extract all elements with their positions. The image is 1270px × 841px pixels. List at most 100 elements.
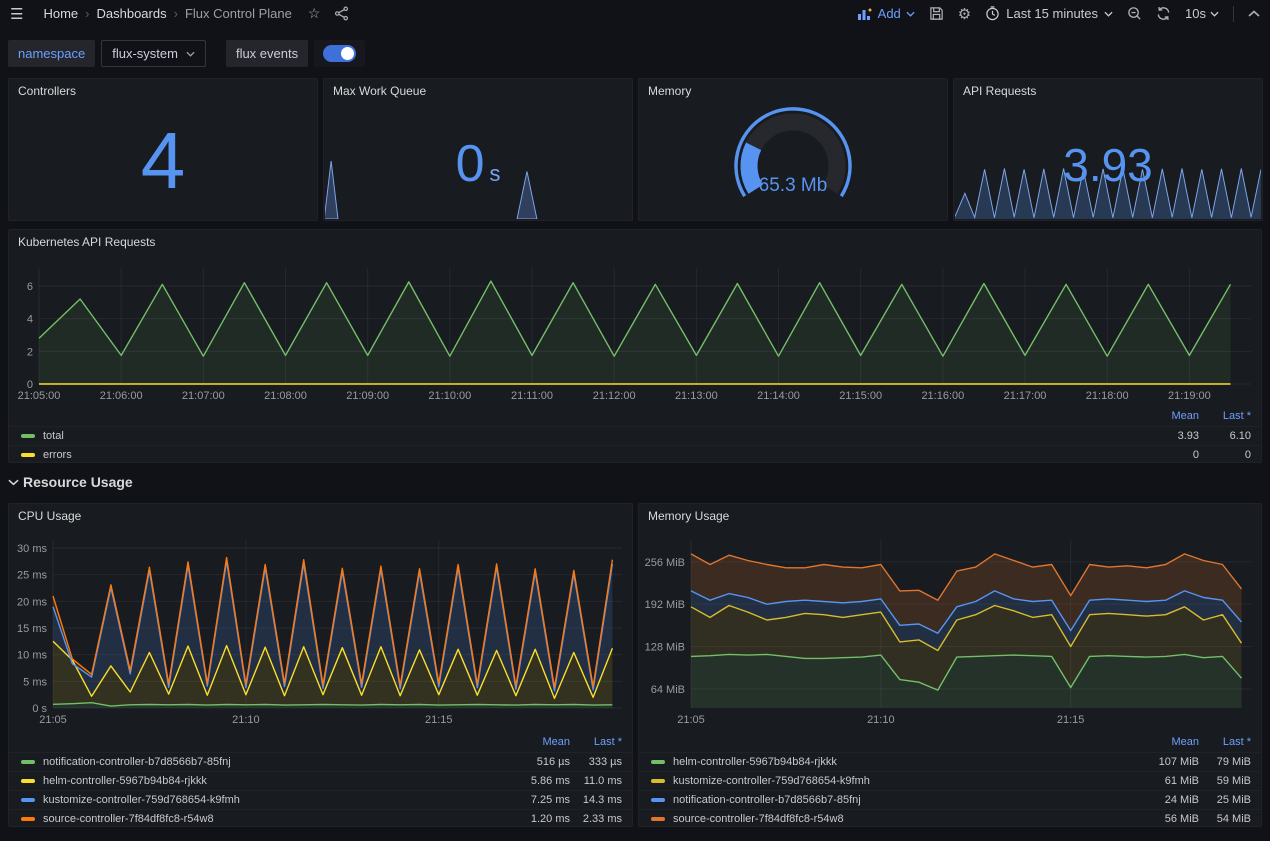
legend-swatch [21, 434, 35, 438]
y-tick-label: 15 ms [17, 623, 47, 635]
section-collapse-chevron-icon [8, 479, 19, 486]
add-label: Add [878, 6, 901, 21]
y-tick-label: 30 ms [17, 543, 47, 555]
legend-row[interactable]: notification-controller-b7d8566b7-85fnj 2… [639, 790, 1261, 809]
toggle-knob [341, 47, 354, 60]
legend-swatch [21, 779, 35, 783]
panel-title[interactable]: Memory Usage [648, 509, 729, 523]
legend-swatch [21, 798, 35, 802]
zoom-out-time-icon[interactable] [1127, 6, 1142, 21]
legend-row[interactable]: helm-controller-5967b94b84-rjkkk107 MiB7… [639, 752, 1261, 771]
panel-title[interactable]: CPU Usage [18, 509, 81, 523]
legend-series-name[interactable]: notification-controller-b7d8566b7-85fnj [43, 756, 231, 768]
legend-col-last[interactable]: Last * [570, 736, 622, 748]
flux-events-toggle[interactable] [314, 40, 365, 67]
x-tick-label: 21:14:00 [757, 390, 800, 402]
legend-series-name[interactable]: kustomize-controller-759d768654-k9fmh [673, 775, 870, 787]
dashboard-settings-icon[interactable]: ⚙ [958, 5, 971, 23]
breadcrumb-home[interactable]: Home [43, 6, 78, 21]
legend-col-mean[interactable]: Mean [1129, 410, 1199, 422]
legend-mean-value: 61 MiB [1129, 775, 1199, 787]
legend-row[interactable]: errors00 [9, 445, 1261, 464]
x-tick-label: 21:15:00 [839, 390, 882, 402]
legend-mean-value: 56 MiB [1129, 813, 1199, 825]
legend-swatch [651, 779, 665, 783]
legend-swatch [651, 817, 665, 821]
legend-row[interactable]: total3.936.10 [9, 426, 1261, 445]
x-tick-label: 21:19:00 [1168, 390, 1211, 402]
legend-row[interactable]: source-controller-7f84df8fc8-r54w8 56 MiB… [639, 809, 1261, 828]
breadcrumb-current-dashboard[interactable]: Flux Control Plane [185, 6, 292, 21]
legend-col-last[interactable]: Last * [1199, 736, 1251, 748]
legend-row[interactable]: kustomize-controller-759d768654-k9fmh7.2… [9, 790, 632, 809]
toggle-switch[interactable] [323, 45, 356, 62]
legend-row[interactable]: source-controller-7f84df8fc8-r54w81.20 m… [9, 809, 632, 828]
k8s-chart-svg[interactable]: 21:05:0021:06:0021:07:0021:08:0021:09:00… [9, 256, 1261, 406]
series-fill-helm-controller-5967b94b84-rjkkk [691, 654, 1242, 708]
namespace-variable-select[interactable]: flux-system [101, 40, 206, 67]
legend-row[interactable]: notification-controller-b7d8566b7-85fnj5… [9, 752, 632, 771]
share-icon[interactable] [334, 6, 349, 21]
legend-series-name[interactable]: helm-controller-5967b94b84-rjkkk [673, 756, 837, 768]
y-tick-label: 192 MiB [645, 599, 685, 611]
x-tick-label: 21:06:00 [100, 390, 143, 402]
x-tick-label: 21:17:00 [1004, 390, 1047, 402]
legend-col-mean[interactable]: Mean [1129, 736, 1199, 748]
memory-usage-chart[interactable]: 21:0521:1021:1564 MiB128 MiB192 MiB256 M… [639, 530, 1261, 732]
legend-series-name[interactable]: notification-controller-b7d8566b7-85fnj [673, 794, 861, 806]
legend-mean-value: 24 MiB [1129, 794, 1199, 806]
breadcrumb-dashboards[interactable]: Dashboards [96, 6, 166, 21]
section-resource-usage[interactable]: Resource Usage [8, 474, 133, 490]
legend-series-name[interactable]: helm-controller-5967b94b84-rjkkk [43, 775, 207, 787]
kubernetes-api-requests-chart[interactable]: 21:05:0021:06:0021:07:0021:08:0021:09:00… [9, 256, 1261, 406]
legend-series-name[interactable]: errors [43, 449, 72, 461]
kiosk-mode-chevron-up-icon[interactable] [1248, 10, 1260, 18]
time-range-label: Last 15 minutes [1006, 6, 1098, 21]
y-tick-label: 128 MiB [645, 641, 685, 653]
panel-title[interactable]: Controllers [18, 84, 76, 98]
cpu-usage-chart[interactable]: 21:0521:1021:150 s5 ms10 ms15 ms20 ms25 … [9, 530, 632, 732]
legend-swatch [651, 760, 665, 764]
panel-title[interactable]: Max Work Queue [333, 84, 426, 98]
legend-col-mean[interactable]: Mean [500, 736, 570, 748]
panel-max-work-queue: Max Work Queue 0s [323, 78, 633, 221]
legend-last-value: 59 MiB [1199, 775, 1251, 787]
legend-last-value: 333 µs [570, 756, 622, 768]
legend: MeanLast * total3.936.10errors00 [9, 406, 1261, 464]
legend-series-name[interactable]: total [43, 430, 64, 442]
time-range-picker[interactable]: Last 15 minutes [985, 6, 1113, 21]
legend-col-last[interactable]: Last * [1199, 410, 1251, 422]
cpu-chart-svg[interactable]: 21:0521:1021:150 s5 ms10 ms15 ms20 ms25 … [9, 530, 632, 732]
menu-icon[interactable]: ☰ [10, 5, 23, 23]
panel-title[interactable]: Kubernetes API Requests [18, 235, 155, 249]
legend-swatch [21, 453, 35, 457]
star-icon[interactable]: ☆ [308, 5, 321, 22]
legend-swatch [21, 817, 35, 821]
panel-title[interactable]: API Requests [963, 84, 1036, 98]
x-tick-label: 21:18:00 [1086, 390, 1129, 402]
api-requests-stat-value: 3.93 [954, 142, 1262, 188]
panel-title[interactable]: Memory [648, 84, 691, 98]
x-tick-label: 21:10 [867, 714, 895, 726]
y-tick-label: 64 MiB [651, 684, 685, 696]
x-tick-label: 21:12:00 [593, 390, 636, 402]
legend-swatch [21, 760, 35, 764]
namespace-variable-label[interactable]: namespace [8, 40, 95, 67]
section-title: Resource Usage [23, 474, 133, 490]
y-tick-label: 4 [27, 314, 33, 326]
refresh-interval-select[interactable]: 10s [1185, 6, 1219, 21]
add-panel-button[interactable]: Add [857, 6, 915, 21]
flux-events-label: flux events [226, 40, 308, 67]
legend-row[interactable]: helm-controller-5967b94b84-rjkkk5.86 ms1… [9, 771, 632, 790]
legend-series-name[interactable]: kustomize-controller-759d768654-k9fmh [43, 794, 240, 806]
legend-last-value: 14.3 ms [570, 794, 622, 806]
mem-chart-svg[interactable]: 21:0521:1021:1564 MiB128 MiB192 MiB256 M… [639, 530, 1261, 732]
legend-row[interactable]: kustomize-controller-759d768654-k9fmh 61 … [639, 771, 1261, 790]
legend-series-name[interactable]: source-controller-7f84df8fc8-r54w8 [673, 813, 844, 825]
panel-controllers: Controllers 4 [8, 78, 318, 221]
legend-series-name[interactable]: source-controller-7f84df8fc8-r54w8 [43, 813, 214, 825]
save-dashboard-icon[interactable] [929, 6, 944, 21]
refresh-icon[interactable] [1156, 6, 1171, 21]
legend-mean-value: 107 MiB [1129, 756, 1199, 768]
legend-last-value: 11.0 ms [570, 775, 622, 787]
